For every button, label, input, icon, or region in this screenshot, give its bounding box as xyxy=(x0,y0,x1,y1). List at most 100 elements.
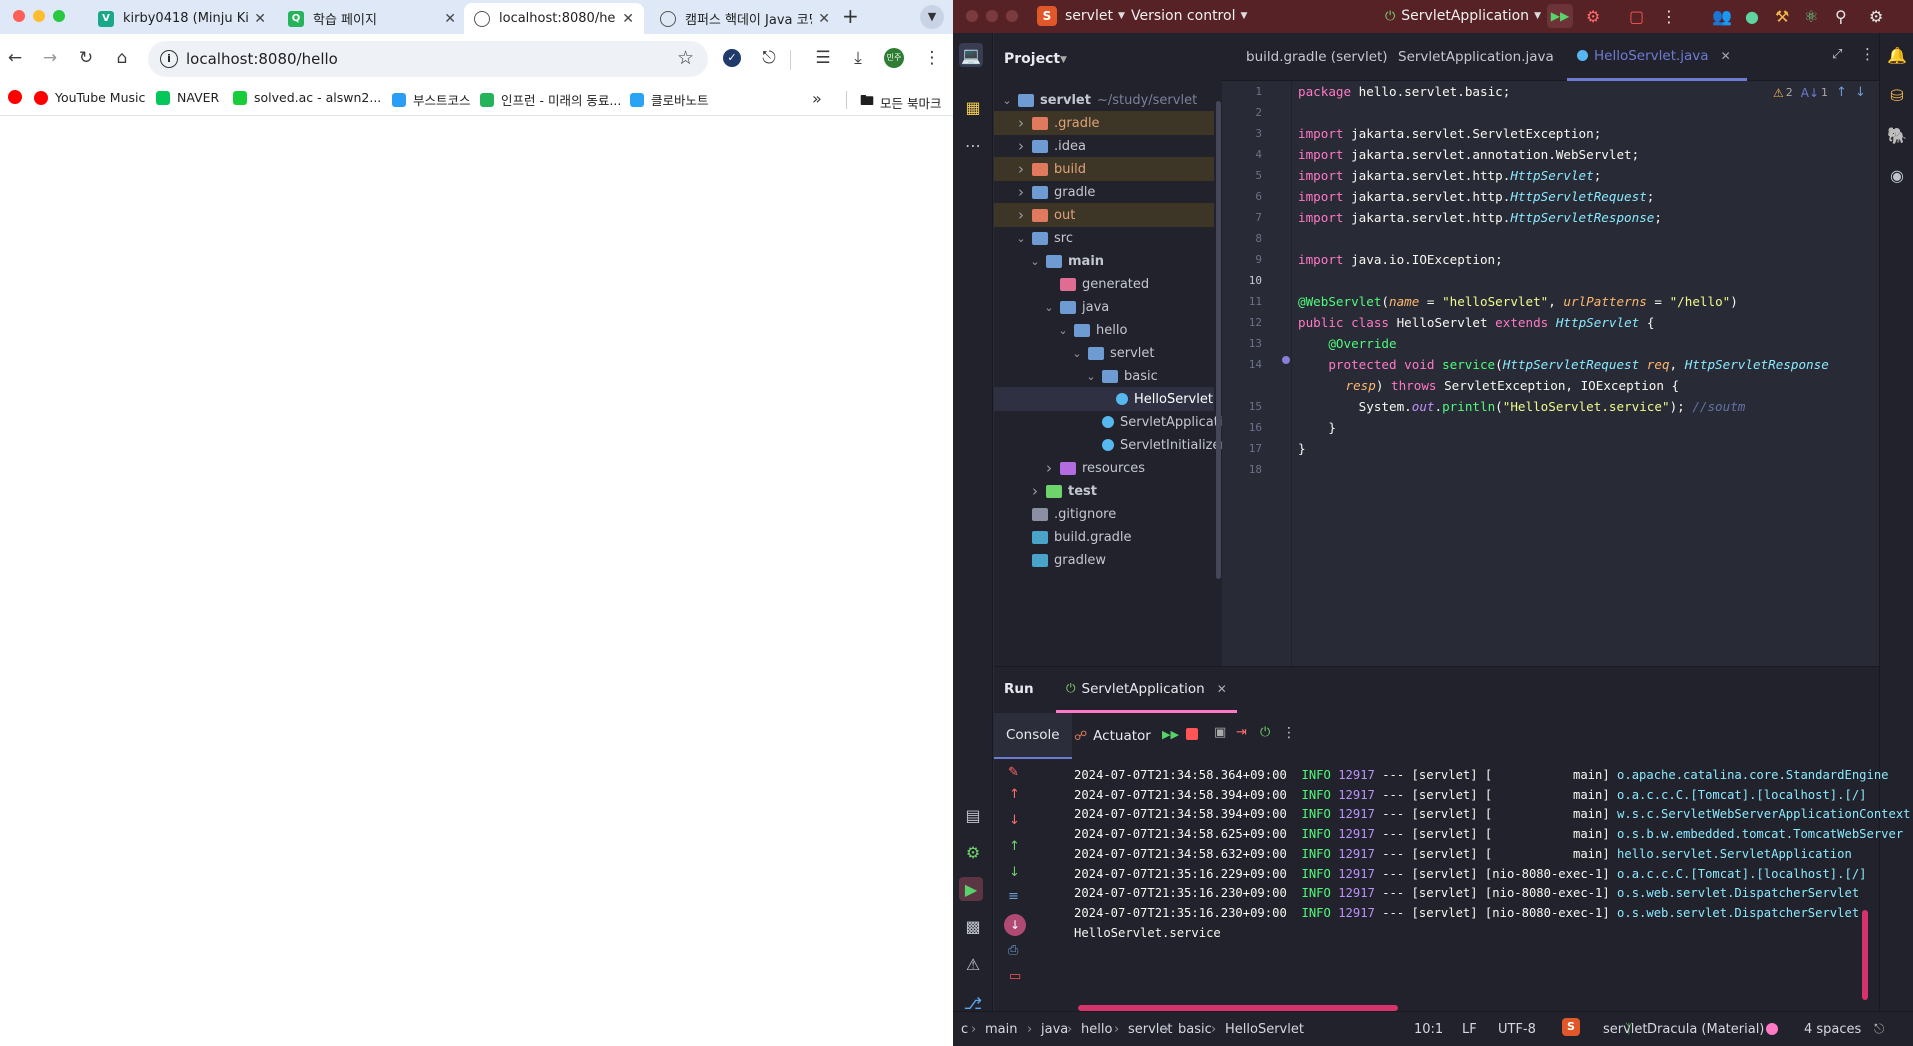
lock-icon[interactable]: ⎋ xyxy=(1874,1022,1884,1037)
editor-tab[interactable]: build.gradle (servlet) xyxy=(1236,33,1388,81)
tree-item[interactable]: › gradle xyxy=(994,180,1214,204)
structure-tool-icon[interactable]: ▦ xyxy=(961,95,985,119)
more-tools-icon[interactable]: ⋯ xyxy=(961,133,985,157)
home-icon[interactable]: ⌂ xyxy=(110,46,134,70)
chevron-down-icon[interactable]: ⌄ xyxy=(1070,347,1084,360)
tree-item[interactable]: ServletApplication xyxy=(994,410,1239,434)
close-tab-icon[interactable]: ✕ xyxy=(622,11,634,27)
project-widget[interactable]: S servlet ▼ xyxy=(1037,6,1125,26)
stop-icon[interactable]: ▢ xyxy=(1629,7,1644,26)
version-control-widget[interactable]: Version control ▼ xyxy=(1131,8,1247,24)
tree-item[interactable]: › .gradle xyxy=(994,111,1214,135)
scroll-down-icon[interactable]: ↓ xyxy=(1009,865,1020,880)
console-tab[interactable]: Console xyxy=(994,713,1072,759)
bookmark-item[interactable]: 클로바노트 xyxy=(630,90,709,109)
scroll-up-icon[interactable]: ↑ xyxy=(1009,839,1020,854)
minimize-window-button[interactable] xyxy=(33,10,45,22)
problems-icon[interactable]: ⚠ xyxy=(961,952,985,976)
editor-more-icon[interactable]: ⋮ xyxy=(1860,45,1875,63)
trash-icon[interactable]: ▭ xyxy=(1009,969,1021,984)
tree-item[interactable]: build.gradle xyxy=(994,525,1214,549)
print-icon[interactable]: ⎙ xyxy=(1008,943,1018,958)
more-actions-icon[interactable]: ⋮ xyxy=(1661,7,1677,26)
browser-tab[interactable]: 캠퍼스 핵데이 Java 코딩 ✕ xyxy=(650,3,840,34)
chevron-right-icon[interactable]: › xyxy=(1028,482,1042,500)
avatar[interactable]: 민주 xyxy=(882,46,906,70)
tree-item[interactable]: › .idea xyxy=(994,134,1214,158)
tree-item[interactable]: HelloServlet xyxy=(994,387,1214,411)
breadcrumb-item[interactable]: HelloServlet xyxy=(1225,1022,1304,1037)
settings-icon[interactable]: ⚙ xyxy=(1869,7,1883,26)
implements-marker-icon[interactable] xyxy=(1282,356,1290,364)
project-panel-title[interactable]: Project xyxy=(1004,51,1060,67)
indent-setting[interactable]: 4 spaces xyxy=(1804,1022,1861,1037)
close-tab-icon[interactable]: ✕ xyxy=(818,11,830,27)
debug-icon[interactable]: ⚙ xyxy=(1586,7,1600,26)
run-more-icon[interactable]: ⋮ xyxy=(1282,725,1296,741)
spring-icon[interactable]: ⏻ xyxy=(1260,725,1270,740)
chevron-down-icon[interactable]: ⌄ xyxy=(1056,324,1070,337)
reload-icon[interactable]: ↻ xyxy=(74,46,98,70)
tree-item[interactable]: gradlew xyxy=(994,548,1214,572)
code-editor[interactable]: package hello.servlet.basic; import jakar… xyxy=(1292,81,1879,666)
close-tab-icon[interactable]: ✕ xyxy=(1217,682,1227,696)
ai-status-icon[interactable] xyxy=(1766,1023,1778,1035)
chevron-right-icon[interactable]: › xyxy=(1014,137,1028,155)
expand-icon[interactable]: ⤢ xyxy=(1832,47,1842,62)
close-tab-icon[interactable]: ✕ xyxy=(254,11,266,27)
database-icon[interactable]: ⛁ xyxy=(1885,83,1909,107)
actuator-tab[interactable]: ☍ Actuator xyxy=(1064,713,1161,759)
up-arrow-icon[interactable]: ↑ xyxy=(1009,787,1020,802)
chevron-down-icon[interactable]: ⌄ xyxy=(1042,301,1056,314)
site-info-icon[interactable]: i xyxy=(160,50,178,68)
ide-zoom-button[interactable] xyxy=(1006,10,1018,22)
tab-search-button[interactable]: ▼ xyxy=(920,5,944,29)
extensions-icon[interactable]: ⎋ xyxy=(757,46,781,70)
next-highlight-icon[interactable]: ↓ xyxy=(1855,85,1866,100)
close-tab-icon[interactable]: ✕ xyxy=(1721,49,1731,63)
bookmarks-more-button[interactable]: » xyxy=(812,89,822,108)
tree-item[interactable]: ⌄ servlet ~/study/servlet xyxy=(994,88,1214,112)
url-text[interactable]: localhost:8080/hello xyxy=(186,50,338,68)
browser-menu-icon[interactable]: ⋮ xyxy=(920,46,944,70)
stop-icon[interactable] xyxy=(1186,728,1198,740)
bookmark-item[interactable]: NAVER xyxy=(156,90,219,105)
close-window-button[interactable] xyxy=(13,10,25,22)
close-tab-icon[interactable]: ✕ xyxy=(444,11,456,27)
browser-tab[interactable]: Q 학습 페이지 ✕ xyxy=(278,3,466,34)
tree-item[interactable]: › build xyxy=(994,157,1214,181)
bookmark-item[interactable]: 부스트코스 xyxy=(392,90,471,109)
chevron-down-icon[interactable]: ⌄ xyxy=(1000,94,1014,107)
breadcrumb-item[interactable]: main xyxy=(985,1022,1017,1037)
chevron-right-icon[interactable]: › xyxy=(1014,160,1028,178)
breadcrumb-item[interactable]: basic xyxy=(1178,1022,1212,1037)
breadcrumb-item[interactable]: c xyxy=(961,1022,968,1037)
tree-item[interactable]: ⌄ basic xyxy=(994,364,1214,388)
search-icon[interactable]: ⚲ xyxy=(1835,7,1847,26)
previous-highlight-icon[interactable]: ↑ xyxy=(1836,85,1847,100)
notifications-icon[interactable]: 🔔 xyxy=(1885,43,1909,67)
address-bar[interactable]: i localhost:8080/hello ☆ xyxy=(148,41,708,77)
exit-icon[interactable]: ⇥ xyxy=(1236,725,1247,740)
console-vscroll[interactable] xyxy=(1862,910,1868,1000)
tree-item[interactable]: ⌄ java xyxy=(994,295,1214,319)
tree-item[interactable]: ⌄ hello xyxy=(994,318,1214,342)
tree-item[interactable]: ⌄ src xyxy=(994,226,1214,250)
bookmark-star-icon[interactable]: ☆ xyxy=(677,47,694,69)
chevron-right-icon[interactable]: › xyxy=(1014,183,1028,201)
back-icon[interactable]: ← xyxy=(3,46,27,70)
services-icon[interactable]: ▤ xyxy=(961,803,985,827)
chevron-down-icon[interactable]: ⌄ xyxy=(1014,232,1028,245)
editor-tab[interactable]: ServletApplication.java xyxy=(1382,33,1554,81)
tree-item[interactable]: › out xyxy=(994,203,1214,227)
chevron-down-icon[interactable]: ⌄ xyxy=(1028,255,1042,268)
ide-close-button[interactable] xyxy=(966,10,978,22)
bookmark-item[interactable]: YouTube Music xyxy=(34,90,145,105)
project-scrollbar[interactable] xyxy=(1216,101,1221,579)
chevron-right-icon[interactable]: › xyxy=(1014,206,1028,224)
rerun-icon[interactable]: ▶▶ xyxy=(1547,4,1573,28)
run-tool-icon[interactable]: ▶ xyxy=(959,877,983,901)
code-with-me-icon[interactable]: 👥 xyxy=(1712,7,1732,26)
ide-minimize-button[interactable] xyxy=(986,10,998,22)
extension-check-icon[interactable]: ✓ xyxy=(720,46,744,70)
